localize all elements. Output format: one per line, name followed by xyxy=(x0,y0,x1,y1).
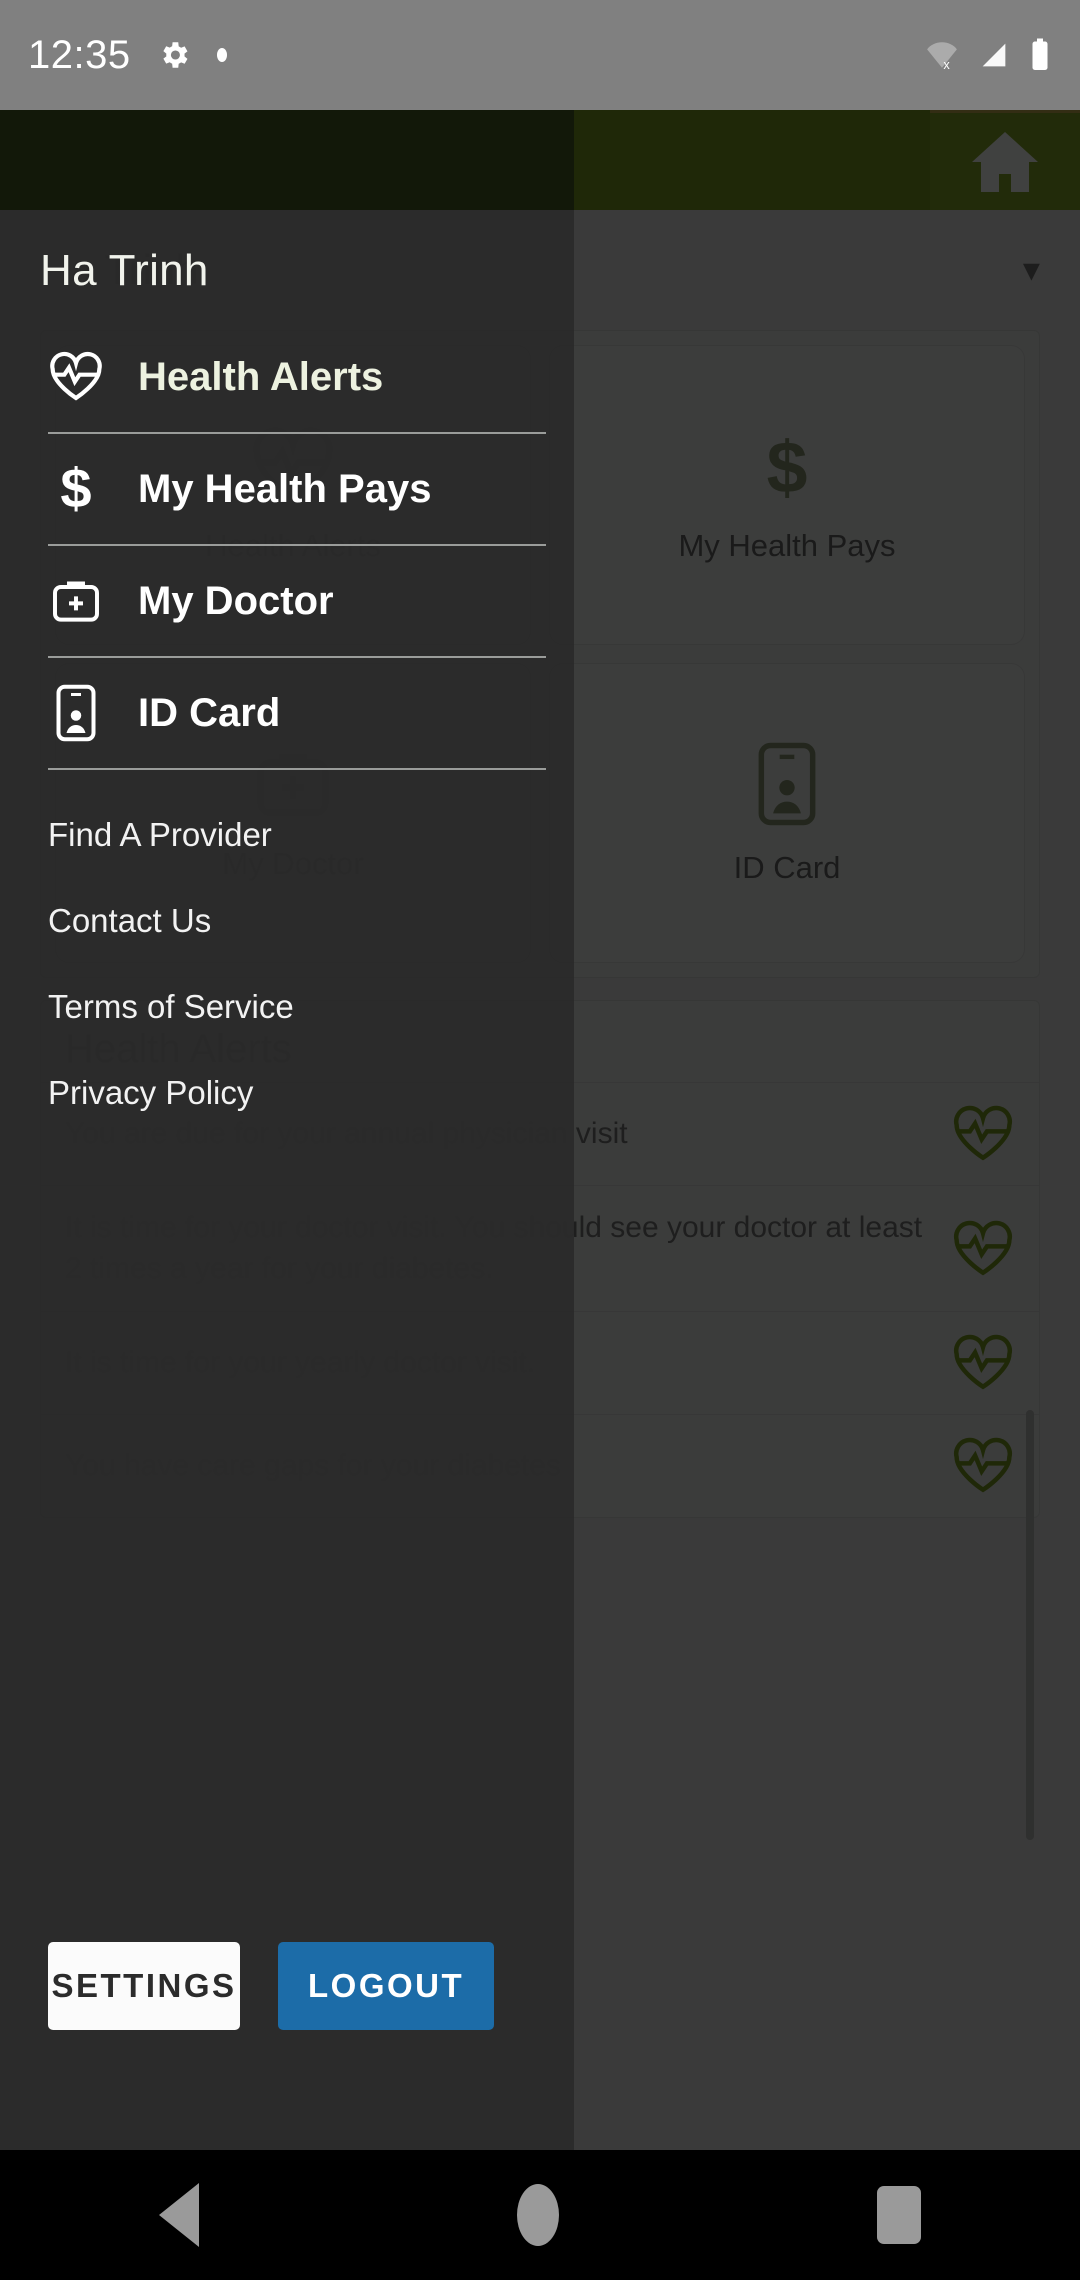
back-button[interactable] xyxy=(159,2183,199,2247)
dot-indicator-icon xyxy=(216,48,227,62)
gear-icon xyxy=(162,42,188,68)
battery-icon xyxy=(1032,38,1048,70)
sidebar-item-label: Health Alerts xyxy=(138,354,384,399)
drawer-button-row: SETTINGS LOGOUT xyxy=(0,1942,574,2150)
recents-button[interactable] xyxy=(877,2186,921,2244)
dollar-icon: $ xyxy=(48,461,104,517)
svg-text:x: x xyxy=(943,57,950,72)
wifi-off-icon: x xyxy=(927,42,957,72)
logout-button[interactable]: LOGOUT xyxy=(278,1942,495,2030)
sidebar-item-label: My Doctor xyxy=(138,578,334,623)
status-bar-clock: 12:35 xyxy=(28,32,131,77)
link-terms-of-service[interactable]: Terms of Service xyxy=(48,964,574,1050)
sidebar-item-my-health-pays[interactable]: $ My Health Pays xyxy=(0,434,574,544)
link-find-a-provider[interactable]: Find A Provider xyxy=(48,792,574,878)
drawer-user-name: Ha Trinh xyxy=(40,246,209,295)
id-card-icon xyxy=(48,683,104,743)
svg-text:$: $ xyxy=(60,461,91,517)
sidebar-item-label: My Health Pays xyxy=(138,466,432,511)
signal-icon xyxy=(982,43,1006,67)
status-bar: 12:35 x xyxy=(0,0,1080,110)
link-contact-us[interactable]: Contact Us xyxy=(48,878,574,964)
sidebar-item-health-alerts[interactable]: Health Alerts xyxy=(0,322,574,432)
link-privacy-policy[interactable]: Privacy Policy xyxy=(48,1050,574,1136)
drawer-top-spacer xyxy=(0,110,574,210)
system-navigation-bar xyxy=(0,2150,1080,2280)
sidebar-item-label: ID Card xyxy=(138,690,281,735)
heart-pulse-icon xyxy=(48,351,104,403)
sidebar-item-id-card[interactable]: ID Card xyxy=(0,658,574,768)
status-bar-system-icons: x xyxy=(924,37,1052,73)
sidebar-item-my-doctor[interactable]: My Doctor xyxy=(0,546,574,656)
status-bar-notification-icons xyxy=(157,38,227,72)
medical-bag-icon xyxy=(48,575,104,627)
navigation-drawer: Ha Trinh Health Alerts $ My Health Pays … xyxy=(0,110,574,2150)
settings-button[interactable]: SETTINGS xyxy=(48,1942,240,2030)
drawer-link-list: Find A Provider Contact Us Terms of Serv… xyxy=(0,770,574,1136)
drawer-nav-list: Health Alerts $ My Health Pays My Doctor… xyxy=(0,322,574,770)
home-button[interactable] xyxy=(517,2184,559,2246)
phone-screen: 12:35 x Ha Trinh Health Alerts $ My Heal… xyxy=(0,0,1080,2280)
